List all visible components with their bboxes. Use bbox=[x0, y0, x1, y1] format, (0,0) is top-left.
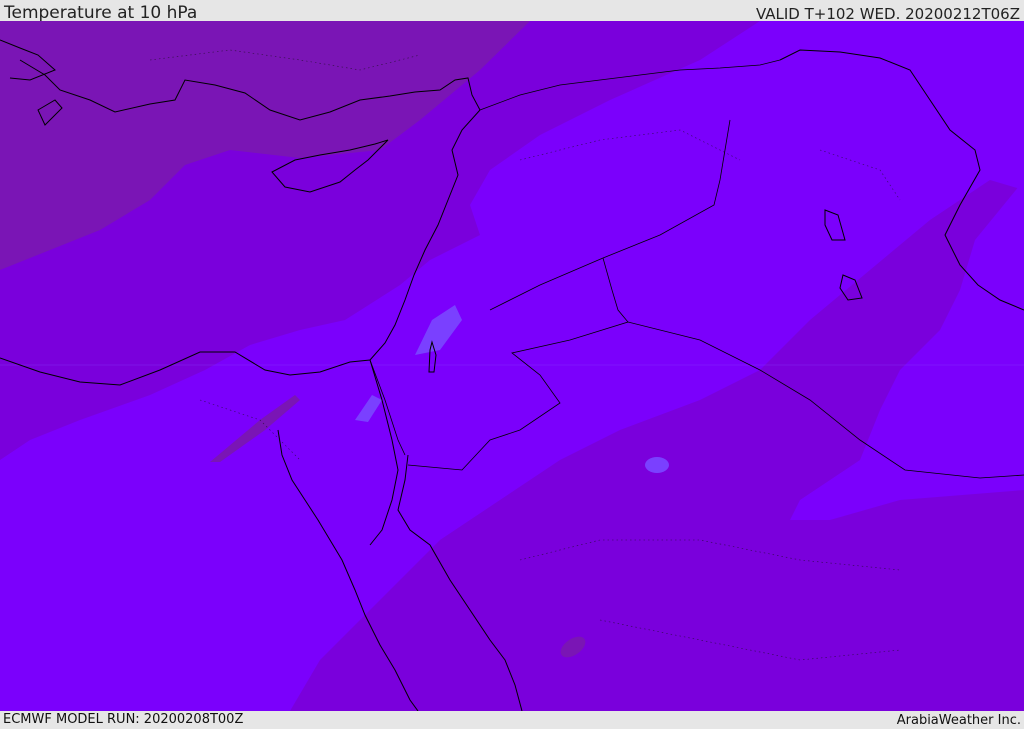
temperature-map bbox=[0, 21, 1024, 711]
map-title: Temperature at 10 hPa bbox=[4, 3, 198, 23]
weather-map-frame: Temperature at 10 hPa VALID T+102 WED. 2… bbox=[0, 0, 1024, 729]
credit-label: ArabiaWeather Inc. bbox=[896, 713, 1021, 728]
coldest-patch-saudi bbox=[645, 457, 669, 473]
model-run-label: ECMWF MODEL RUN: 20200208T00Z bbox=[3, 712, 244, 727]
